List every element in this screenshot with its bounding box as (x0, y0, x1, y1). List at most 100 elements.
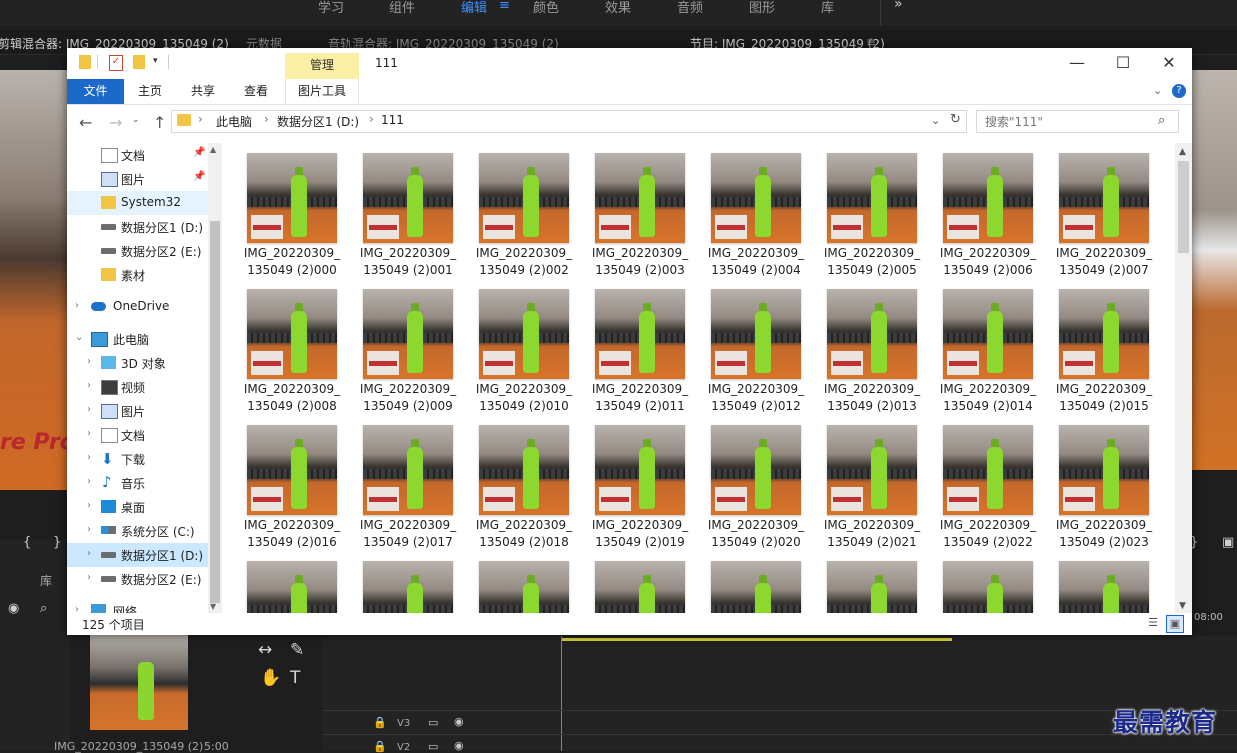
breadcrumb-folder-111[interactable]: 111 (381, 113, 404, 127)
file-item[interactable]: IMG_20220309_ 135049 (2)019 (575, 415, 688, 549)
address-dropdown-icon[interactable]: ⌄ (931, 114, 940, 127)
file-item[interactable]: IMG_20220309_ 135049 (2)005 (807, 143, 920, 277)
breadcrumb-separator[interactable]: › (369, 112, 374, 126)
nav-item-desktop[interactable]: › 桌面 (67, 495, 208, 519)
expand-icon[interactable]: › (87, 356, 91, 367)
collapse-icon[interactable]: ⌄ (75, 332, 83, 343)
search-input[interactable] (977, 111, 1162, 132)
file-item[interactable]: IMG_20220309_ 135049 (2)023 (1039, 415, 1152, 549)
nav-item-downloads[interactable]: › ⬇ 下载 (67, 447, 208, 471)
expand-icon[interactable]: › (87, 428, 91, 439)
search-box[interactable]: ⌕ (976, 110, 1179, 133)
nav-scroll-thumb[interactable] (210, 221, 220, 603)
refresh-button[interactable]: ↻ (946, 110, 967, 133)
recent-locations-icon[interactable]: ⌄ (132, 115, 140, 125)
expand-icon[interactable]: › (87, 404, 91, 415)
expand-ribbon-icon[interactable]: ⌄ (1153, 84, 1162, 97)
scroll-up-icon[interactable]: ▲ (1179, 147, 1186, 157)
close-button[interactable]: ✕ (1146, 52, 1192, 76)
content-scroll-thumb[interactable] (1178, 161, 1189, 253)
nav-item-drive-d[interactable]: › 数据分区1 (D:) (67, 543, 208, 567)
file-item[interactable]: IMG_20220309_ 135049 (2)017 (343, 415, 456, 549)
breadcrumb-separator[interactable]: › (264, 112, 269, 126)
sync-lock-icon[interactable]: ▭ (428, 716, 438, 729)
program-menu-icon[interactable]: ≡ (866, 35, 876, 49)
track-visibility-icon[interactable]: ◉ (454, 739, 464, 752)
file-item[interactable]: IMG_20220309_ 135049 (2)011 (575, 279, 688, 413)
expand-icon[interactable]: › (87, 500, 91, 511)
customize-toolbar-icon[interactable]: ▾ (153, 56, 158, 66)
address-box[interactable]: › 此电脑 › 数据分区1 (D:) › 111 ⌄ (171, 110, 967, 133)
scroll-down-icon[interactable]: ▼ (1179, 601, 1186, 611)
breadcrumb-this-pc[interactable]: 此电脑 (216, 113, 252, 130)
expand-icon[interactable]: › (87, 476, 91, 487)
file-grid[interactable]: IMG_20220309_ 135049 (2)000 IMG_20220309_ 1… (227, 143, 1175, 613)
workspace-menu-icon[interactable]: ≡ (499, 0, 510, 13)
workspace-tab-graphics[interactable]: 图形 (749, 0, 775, 16)
nav-item-3d-objects[interactable]: › 3D 对象 (67, 351, 208, 375)
ribbon-tab-picture-tools[interactable]: 图片工具 (285, 79, 359, 104)
lock-icon[interactable]: 🔒 (373, 716, 387, 729)
new-folder-icon[interactable] (133, 55, 145, 69)
nav-item-drive-e[interactable]: › 数据分区2 (E:) (67, 567, 208, 591)
workspace-tab-audio[interactable]: 音频 (677, 0, 703, 16)
file-item[interactable]: IMG_20220309_ 135049 (2)008 (227, 279, 340, 413)
expand-icon[interactable]: › (87, 524, 91, 535)
nav-item-this-pc[interactable]: ⌄ 此电脑 (67, 327, 208, 351)
mark-in-icon[interactable]: { (23, 535, 31, 550)
export-frame-icon[interactable]: ▣ (1222, 535, 1234, 550)
back-button[interactable]: ← (79, 113, 92, 132)
large-icons-view-icon[interactable]: ▣ (1166, 615, 1184, 633)
work-area-bar[interactable] (562, 638, 952, 641)
file-item[interactable]: IMG_20220309_ 135049 (2)014 (923, 279, 1036, 413)
up-button[interactable]: ↑ (153, 113, 166, 132)
file-item[interactable] (343, 551, 453, 613)
file-item[interactable]: IMG_20220309_ 135049 (2)015 (1039, 279, 1152, 413)
file-item[interactable]: IMG_20220309_ 135049 (2)006 (923, 143, 1036, 277)
file-item[interactable]: IMG_20220309_ 135049 (2)000 (227, 143, 340, 277)
forward-button[interactable]: → (109, 113, 122, 132)
sync-lock-icon[interactable]: ▭ (428, 740, 438, 753)
nav-item-videos[interactable]: › 视频 (67, 375, 208, 399)
workspace-tab-color[interactable]: 颜色 (533, 0, 559, 16)
workspace-tab-learn[interactable]: 学习 (318, 0, 344, 16)
search-filter-icon[interactable]: ⌕ (40, 601, 47, 616)
nav-item-drive-c[interactable]: › 系统分区 (C:) (67, 519, 208, 543)
library-tab[interactable]: 库 (40, 572, 52, 589)
search-icon[interactable]: ⌕ (1158, 113, 1165, 128)
ribbon-tab-share[interactable]: 共享 (177, 79, 229, 104)
more-workspaces-icon[interactable]: » (894, 0, 903, 12)
navigation-pane[interactable]: 文档 📌 图片 📌 System32 数据分区1 (D:) 数据分区2 (E:)… (67, 143, 222, 613)
lock-icon[interactable]: 🔒 (373, 740, 387, 753)
file-item[interactable] (1039, 551, 1149, 613)
workspace-tab-assembly[interactable]: 组件 (389, 0, 415, 16)
expand-icon[interactable]: › (75, 300, 79, 311)
expand-icon[interactable]: › (75, 604, 79, 613)
file-item[interactable] (575, 551, 685, 613)
file-item[interactable]: IMG_20220309_ 135049 (2)002 (459, 143, 572, 277)
ribbon-tab-view[interactable]: 查看 (230, 79, 282, 104)
expand-icon[interactable]: › (87, 380, 91, 391)
project-clip-thumbnail[interactable] (90, 634, 188, 730)
scroll-up-icon[interactable]: ▲ (210, 145, 216, 154)
manage-tab[interactable]: 管理 (285, 53, 359, 79)
breadcrumb-drive-d[interactable]: 数据分区1 (D:) (277, 113, 359, 130)
file-item[interactable]: IMG_20220309_ 135049 (2)004 (691, 143, 804, 277)
workspace-tab-libraries[interactable]: 库 (821, 0, 834, 16)
nav-item-music[interactable]: › ♪ 音乐 (67, 471, 208, 495)
file-item[interactable]: IMG_20220309_ 135049 (2)003 (575, 143, 688, 277)
ripple-edit-tool-icon[interactable]: ↔ (258, 640, 272, 660)
nav-item-pictures-quick[interactable]: 图片 📌 (67, 167, 208, 191)
details-view-icon[interactable]: ☰ (1145, 615, 1161, 631)
expand-icon[interactable]: › (87, 548, 91, 559)
nav-item-pictures[interactable]: › 图片 (67, 399, 208, 423)
properties-icon[interactable]: ✓ (109, 55, 123, 71)
expand-icon[interactable]: › (87, 452, 91, 463)
type-tool-icon[interactable]: T (290, 668, 300, 688)
nav-item-documents-quick[interactable]: 文档 📌 (67, 143, 208, 167)
nav-item-system32[interactable]: System32 (67, 191, 208, 215)
file-item[interactable] (807, 551, 917, 613)
mark-out-icon[interactable]: } (53, 535, 61, 550)
file-item[interactable]: IMG_20220309_ 135049 (2)018 (459, 415, 572, 549)
ribbon-tab-file[interactable]: 文件 (67, 79, 124, 104)
